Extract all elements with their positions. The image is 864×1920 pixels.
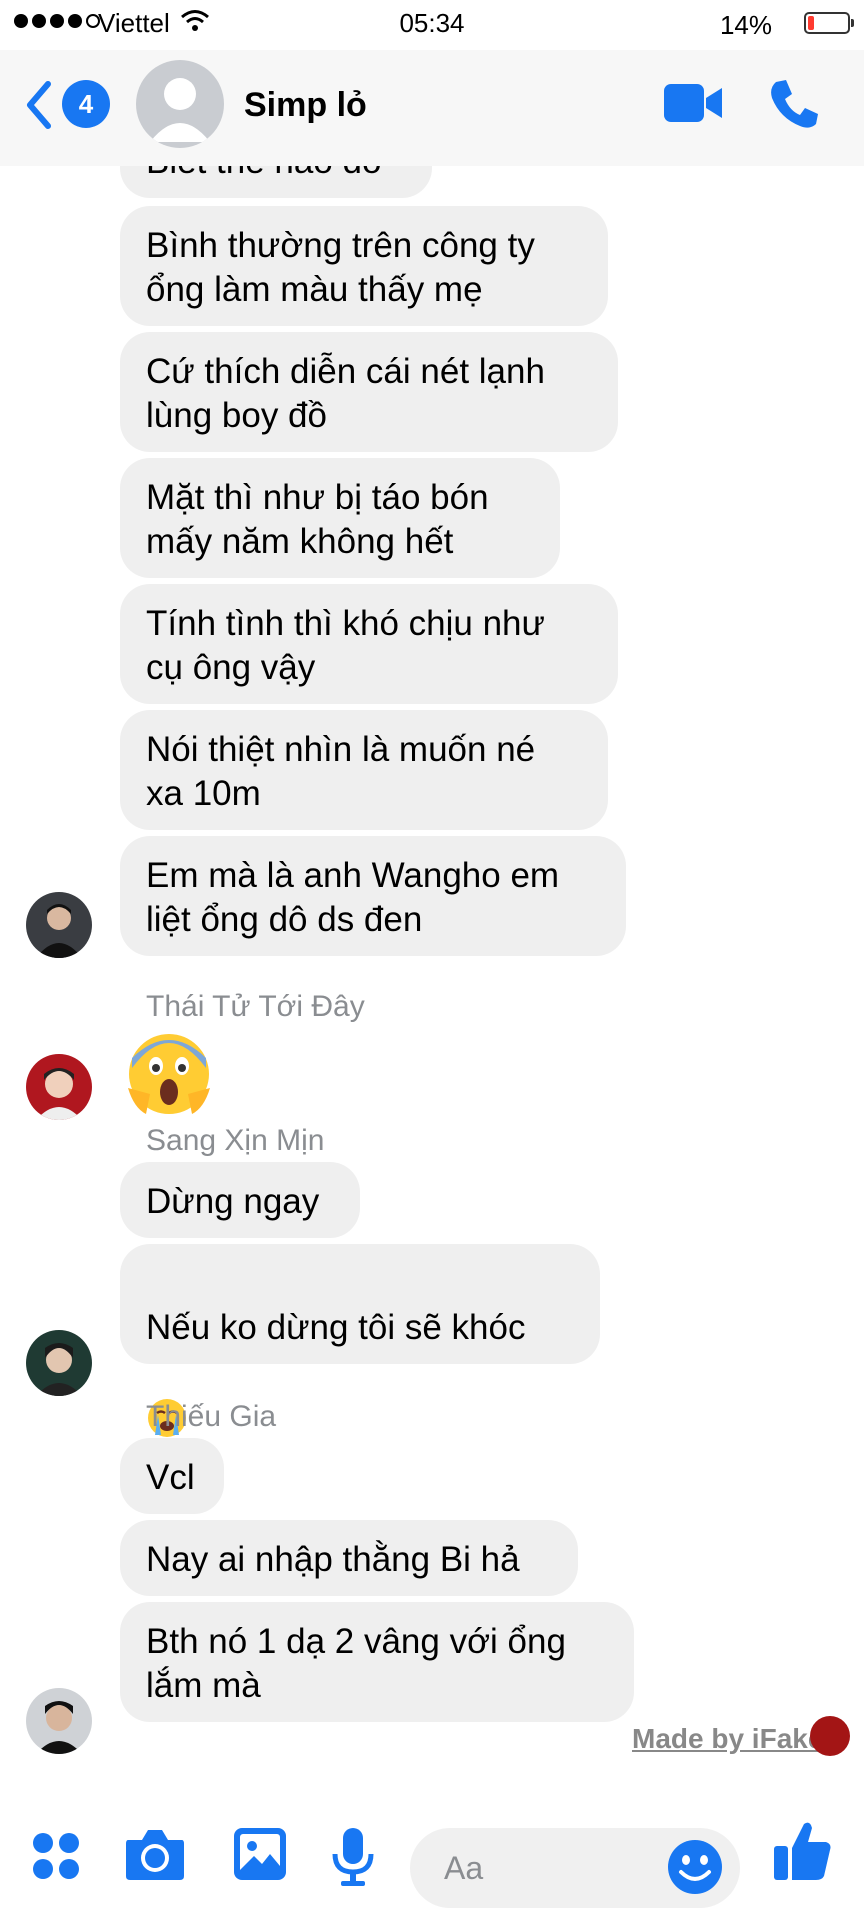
back-chevron-icon[interactable] (24, 80, 54, 130)
chat-header: 4 Simp lỏ (0, 50, 864, 166)
group-avatar[interactable] (136, 60, 224, 148)
avatar[interactable] (26, 1054, 92, 1120)
sender-name: Thiếu Gia (146, 1400, 277, 1433)
message-bubble[interactable]: Nay ai nhập thằng Bi hả (120, 1520, 578, 1596)
message-bubble[interactable]: Vcl (120, 1438, 224, 1514)
battery-percent: 14% (719, 10, 772, 40)
composer-bar: Aa (0, 1796, 864, 1920)
message-bubble[interactable]: Dừng ngay (120, 1162, 360, 1238)
watermark: Made by iFake (632, 1723, 824, 1754)
battery-icon (804, 12, 854, 34)
status-bar: Viettel 05:34 14% (0, 0, 864, 50)
watermark-avatar (810, 1716, 850, 1756)
scream-emoji-icon[interactable] (124, 1028, 214, 1118)
unread-count-badge[interactable]: 4 (62, 80, 110, 128)
menu-grid-icon[interactable] (30, 1830, 82, 1882)
message-bubble[interactable]: Bth nó 1 dạ 2 vâng với ổng lắm mà (120, 1602, 634, 1722)
avatar[interactable] (26, 1688, 92, 1754)
message-bubble[interactable]: Biết thế nào đó (120, 166, 432, 198)
video-call-icon[interactable] (662, 78, 724, 128)
message-list[interactable]: Biết thế nào đó Bình thường trên công ty… (0, 166, 864, 1796)
message-text: Nếu ko dừng tôi sẽ khóc (146, 1308, 526, 1347)
camera-icon[interactable] (124, 1826, 186, 1882)
message-bubble[interactable]: Mặt thì như bị táo bón mấy năm không hết (120, 458, 560, 578)
phone-call-icon[interactable] (766, 76, 822, 132)
message-bubble[interactable]: Nếu ko dừng tôi sẽ khóc (120, 1244, 600, 1437)
chat-title[interactable]: Simp lỏ (244, 86, 367, 125)
input-placeholder: Aa (444, 1850, 484, 1886)
message-bubble[interactable]: Em mà là anh Wangho em liệt ổng dô ds đe… (120, 836, 626, 956)
message-bubble[interactable]: Bình thường trên công ty ổng làm màu thấ… (120, 206, 608, 326)
default-avatar-icon (150, 78, 210, 142)
message-bubble[interactable]: Cứ thích diễn cái nét lạnh lùng boy đồ (120, 332, 618, 452)
microphone-icon[interactable] (330, 1826, 376, 1888)
message-input[interactable]: Aa (410, 1828, 740, 1908)
sender-name: Thái Tử Tới Đây (146, 990, 365, 1023)
avatar[interactable] (26, 1330, 92, 1396)
message-bubble[interactable]: Tính tình thì khó chịu như cụ ông vậy (120, 584, 618, 704)
thumbs-up-icon[interactable] (772, 1818, 832, 1882)
avatar[interactable] (26, 892, 92, 958)
message-bubble[interactable]: Nói thiệt nhìn là muốn né xa 10m (120, 710, 608, 830)
gallery-icon[interactable] (232, 1826, 288, 1882)
sender-name: Sang Xịn Mịn (146, 1124, 325, 1157)
emoji-icon[interactable] (666, 1838, 724, 1896)
